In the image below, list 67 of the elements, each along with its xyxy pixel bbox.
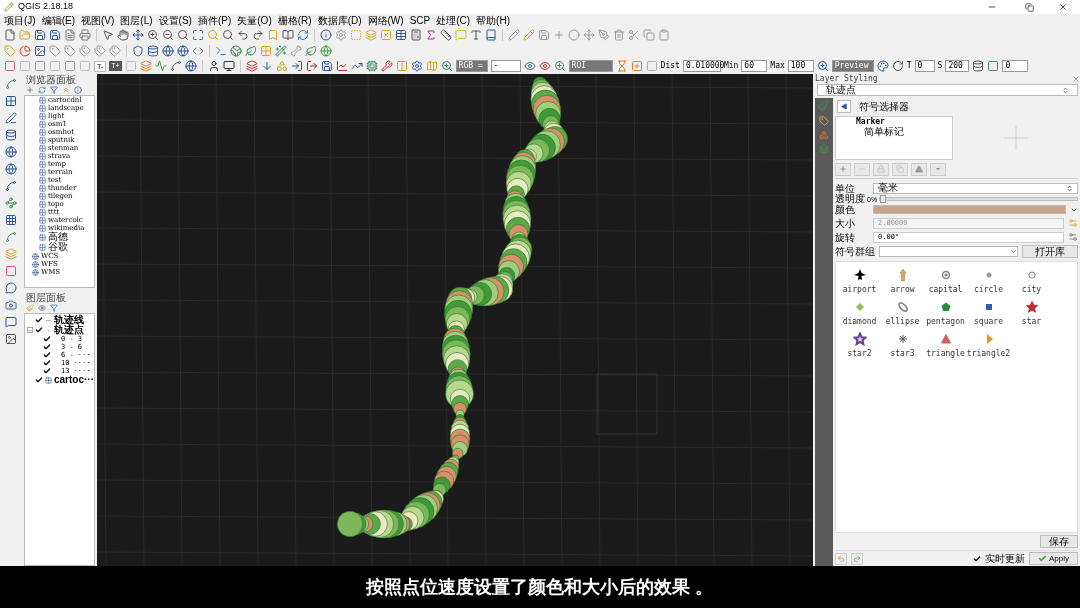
t-label: T	[906, 60, 912, 72]
unit-dropdown[interactable]: 毫米	[873, 182, 1078, 194]
menu-item[interactable]: 处理(C)	[436, 14, 471, 27]
symbol-name[interactable]: star	[1021, 316, 1042, 328]
save-button[interactable]: 保存	[1040, 535, 1078, 548]
menu-item[interactable]: 项目(J)	[4, 14, 36, 27]
symbol-name[interactable]: city	[1021, 284, 1042, 296]
tree-item[interactable]: Marker	[840, 117, 952, 126]
field-label: 大小	[835, 216, 856, 231]
menu-item[interactable]: 插件(P)	[197, 14, 232, 27]
panel-title: 浏览器面板	[25, 74, 77, 85]
symbol-name[interactable]: airport	[842, 284, 877, 296]
field-label: 透明度	[835, 194, 865, 204]
symbol-name[interactable]: star2	[847, 348, 872, 360]
symbol-name[interactable]: triangle	[926, 348, 965, 360]
video-caption: 按照点位速度设置了颜色和大小后的效果 。	[366, 575, 714, 599]
symbol-name[interactable]: pentagon	[926, 316, 965, 328]
max-input[interactable]: 100	[787, 60, 814, 72]
menu-item[interactable]: 图层(L)	[120, 14, 153, 27]
menu-item[interactable]: 设置(S)	[158, 14, 192, 27]
field-label: 单位	[835, 181, 855, 194]
layer-name[interactable]: cartoc···	[54, 375, 94, 385]
layer-name[interactable]: 轨迹点	[54, 325, 84, 335]
symbol-name[interactable]: circle	[974, 284, 1003, 296]
roi-field[interactable]: ROI	[568, 60, 613, 72]
menu-item[interactable]: SCP	[409, 14, 431, 27]
menu-item[interactable]: 栅格(R)	[277, 14, 312, 27]
dist-label: Dist	[660, 60, 680, 72]
symbol-name[interactable]: triangle2	[966, 348, 1011, 360]
field-label: 颜色	[835, 203, 855, 217]
max-label: Max	[770, 60, 785, 72]
preview-button[interactable]: Preview	[831, 60, 874, 72]
layer-dropdown[interactable]: 轨迹点	[817, 84, 1078, 96]
browser-item[interactable]: 高德	[48, 232, 68, 242]
min-label: Min	[723, 60, 739, 72]
field-label: 符号群组	[835, 245, 875, 259]
symbol-name[interactable]: diamond	[842, 316, 877, 328]
section-title: 符号选择器	[859, 99, 909, 114]
panel-title: 图层面板	[25, 292, 67, 303]
s-label: S	[937, 60, 943, 72]
band-dropdown[interactable]: -	[490, 60, 521, 72]
panel-title: Layer Styling	[815, 73, 879, 84]
number-input[interactable]: 0	[1002, 60, 1029, 72]
t-input[interactable]: 0	[914, 60, 935, 72]
checkbox-label: 实时更新	[985, 552, 1025, 566]
tree-item[interactable]: 简单标记	[840, 126, 952, 137]
menu-item[interactable]: 视图(V)	[81, 14, 115, 27]
browser-item[interactable]: 谷歌	[48, 242, 68, 252]
window-title: QGIS 2.18.18	[18, 0, 75, 14]
menu-item[interactable]: 帮助(H)	[476, 14, 510, 27]
menu-item[interactable]: 编辑(E)	[41, 14, 75, 27]
symbol-name[interactable]: capital	[928, 284, 963, 296]
menu-item[interactable]: 网络(W)	[367, 14, 404, 27]
menu-item[interactable]: 数据库(D)	[317, 14, 362, 27]
symbol-name[interactable]: square	[974, 316, 1003, 328]
symbol-name[interactable]: star3	[890, 348, 915, 360]
symbol-name[interactable]: arrow	[890, 284, 915, 296]
layer-name[interactable]: 轨迹线	[54, 315, 84, 325]
open-library-button[interactable]: 打开库	[1022, 245, 1078, 258]
rgb-field[interactable]: RGB =	[455, 60, 488, 72]
min-input[interactable]: 60	[741, 60, 768, 72]
field-label: 旋转	[835, 230, 856, 245]
apply-label[interactable]: Apply	[1049, 552, 1069, 565]
s-input[interactable]: 200	[945, 60, 970, 72]
menu-item[interactable]: 矢量(O)	[237, 14, 272, 27]
apply-button[interactable]: Apply	[1029, 552, 1078, 565]
symbol-name[interactable]: ellipse	[885, 316, 920, 328]
